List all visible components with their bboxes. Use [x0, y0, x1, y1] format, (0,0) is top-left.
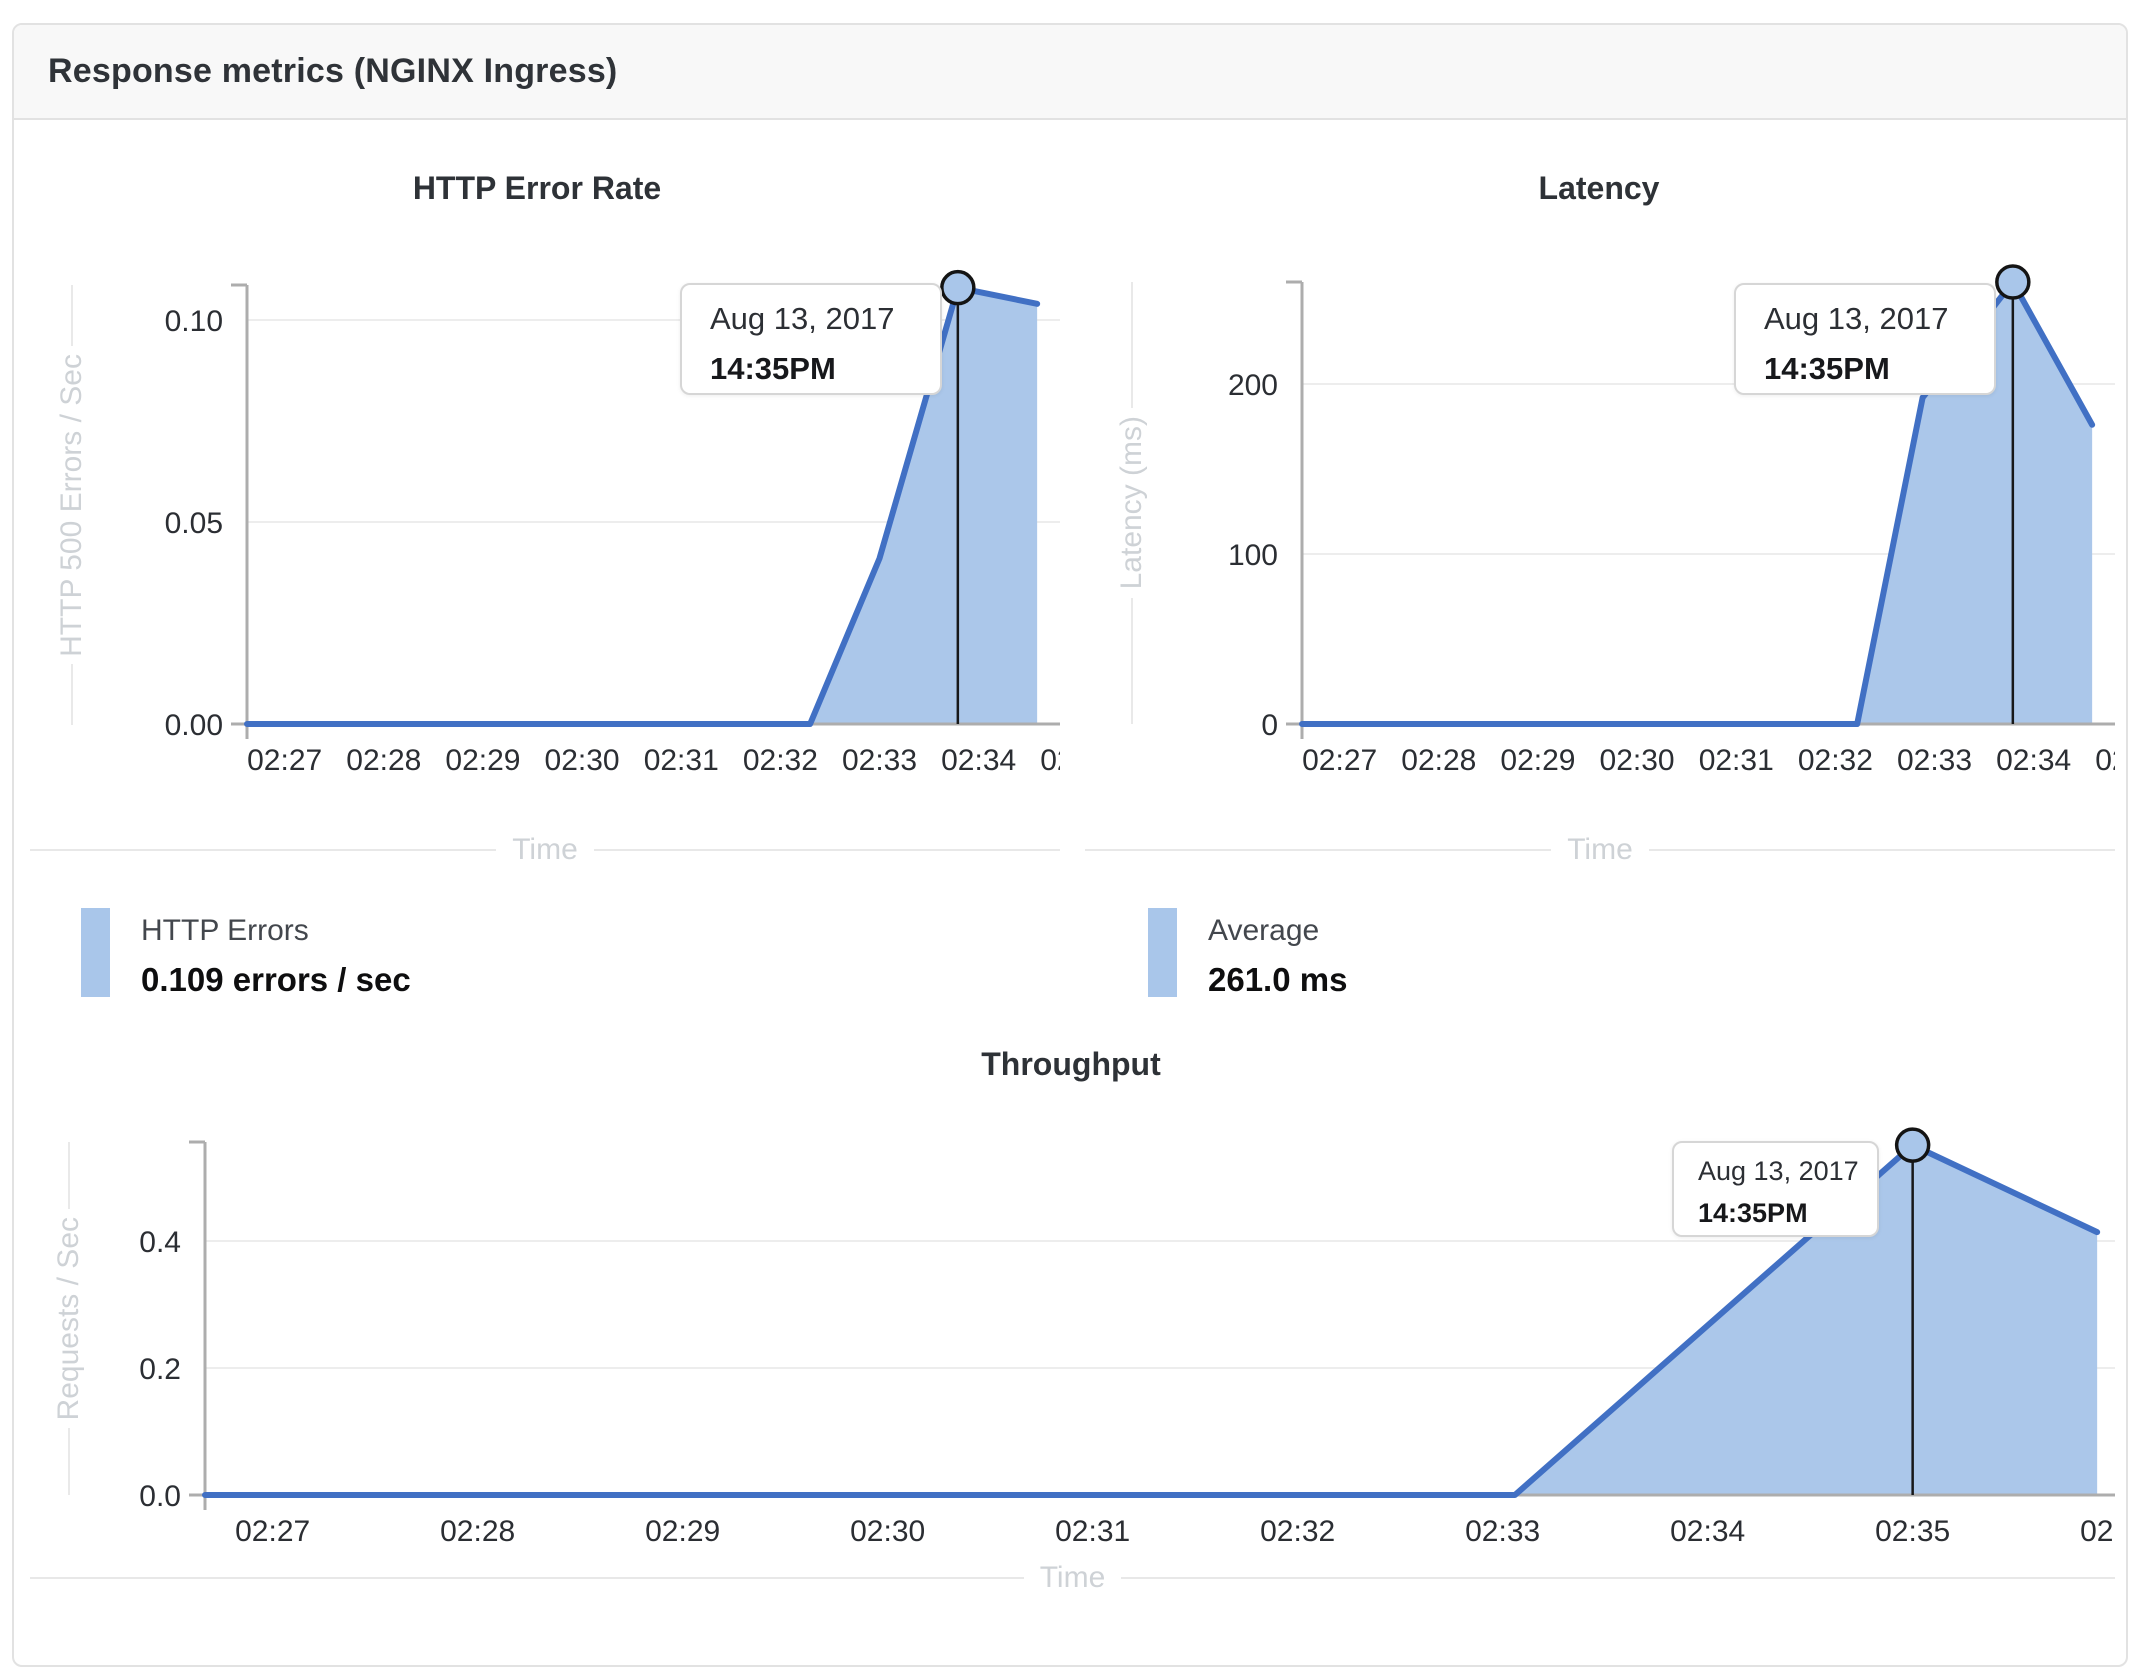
svg-text:02:34: 02:34	[1670, 1515, 1745, 1548]
svg-text:02:32: 02:32	[1798, 744, 1873, 777]
http-errors-legend: HTTP Errors 0.109 errors / sec	[81, 908, 411, 997]
tooltip-date: Aug 13, 2017	[1698, 1156, 1859, 1186]
svg-text:02:34: 02:34	[941, 744, 1016, 777]
svg-text:02:27: 02:27	[235, 1515, 310, 1548]
latency-chart[interactable]: 200 100 0 02:27 02:28 02:29 02:30 02:31 02:32 02:…	[1069, 100, 2115, 800]
x-axis-rule	[593, 849, 1060, 851]
throughput-x-axis-label: Time	[30, 1560, 2115, 1596]
http-errors-legend-swatch	[81, 908, 110, 997]
legend-value: 261.0 ms	[1208, 961, 1348, 998]
svg-text:02:31: 02:31	[644, 744, 719, 777]
svg-text:02:30: 02:30	[850, 1515, 925, 1548]
svg-text:02:35: 02:35	[2095, 744, 2115, 777]
y-axis-rule	[71, 285, 73, 346]
x-axis-label-text: Time	[1039, 1561, 1106, 1594]
x-axis-rule	[30, 849, 497, 851]
tooltip-date: Aug 13, 2017	[710, 301, 895, 336]
svg-text:02:33: 02:33	[842, 744, 917, 777]
x-axis-label-text: Time	[512, 833, 578, 866]
y-axis-rule	[1131, 282, 1133, 409]
y-axis-label-text: Latency (ms)	[1115, 416, 1148, 590]
svg-text:0.00: 0.00	[165, 709, 223, 742]
svg-text:0.05: 0.05	[165, 507, 223, 540]
y-axis-label-text: HTTP 500 Errors / Sec	[55, 353, 88, 657]
svg-text:0.4: 0.4	[139, 1226, 181, 1259]
x-axis-rule	[30, 1577, 1024, 1579]
legend-value: 0.109 errors / sec	[141, 961, 411, 998]
svg-text:02:27: 02:27	[247, 744, 322, 777]
x-axis-rule	[1121, 1577, 2115, 1579]
svg-text:02:30: 02:30	[1600, 744, 1675, 777]
svg-text:0.10: 0.10	[165, 305, 223, 338]
svg-text:02:31: 02:31	[1699, 744, 1774, 777]
y-axis-label-text: Requests / Sec	[52, 1216, 85, 1421]
svg-text:0.2: 0.2	[139, 1353, 181, 1386]
svg-text:02:33: 02:33	[1465, 1515, 1540, 1548]
y-axis-rule	[68, 1142, 70, 1209]
latency-tooltip: Aug 13, 2017 14:35PM	[1734, 283, 1996, 395]
svg-text:02:28: 02:28	[346, 744, 421, 777]
svg-text:100: 100	[1228, 539, 1278, 572]
average-latency-legend: Average 261.0 ms	[1148, 908, 1347, 997]
svg-text:200: 200	[1228, 369, 1278, 402]
latency-x-axis-label: Time	[1085, 832, 2115, 868]
svg-text:02:27: 02:27	[1302, 744, 1377, 777]
legend-name: Average	[1208, 914, 1320, 947]
throughput-chart[interactable]: 0.4 0.2 0.0 02:27 02:28 02:29 02:30 02:31 02:32 0…	[14, 1030, 2115, 1590]
http-error-rate-tooltip: Aug 13, 2017 14:35PM	[680, 283, 942, 395]
tooltip-time: 14:35PM	[1698, 1198, 1808, 1228]
y-axis-rule	[71, 664, 73, 725]
x-axis-rule	[1648, 849, 2115, 851]
svg-text:02:31: 02:31	[1055, 1515, 1130, 1548]
svg-text:02:35: 02:35	[1040, 744, 1060, 777]
average-latency-legend-swatch	[1148, 908, 1177, 997]
svg-text:02:34: 02:34	[1996, 744, 2071, 777]
throughput-tooltip: Aug 13, 2017 14:35PM	[1672, 1141, 1879, 1237]
svg-text:02:29: 02:29	[1500, 744, 1575, 777]
svg-text:0.0: 0.0	[139, 1480, 181, 1513]
svg-text:02:28: 02:28	[1401, 744, 1476, 777]
x-axis-label-text: Time	[1567, 833, 1633, 866]
svg-text:0: 0	[1261, 709, 1278, 742]
tooltip-date: Aug 13, 2017	[1764, 301, 1949, 336]
svg-text:02:32: 02:32	[743, 744, 818, 777]
legend-name: HTTP Errors	[141, 914, 309, 947]
latency-y-axis-label: Latency (ms)	[1110, 282, 1154, 725]
y-axis-rule	[68, 1428, 70, 1495]
http-error-rate-chart[interactable]: 0.10 0.05 0.00 02:27 02:28 02:29 02:30 02:31 02:…	[14, 100, 1060, 800]
svg-text:02:36: 02:36	[2080, 1515, 2115, 1548]
svg-text:02:29: 02:29	[645, 1515, 720, 1548]
http-error-rate-y-axis-label: HTTP 500 Errors / Sec	[50, 285, 94, 725]
http-error-rate-x-axis-label: Time	[30, 832, 1060, 868]
svg-text:02:35: 02:35	[1875, 1515, 1950, 1548]
svg-text:02:32: 02:32	[1260, 1515, 1335, 1548]
svg-text:02:29: 02:29	[445, 744, 520, 777]
tooltip-time: 14:35PM	[710, 351, 836, 386]
svg-text:02:30: 02:30	[545, 744, 620, 777]
throughput-y-axis-label: Requests / Sec	[47, 1142, 91, 1495]
x-axis-rule	[1085, 849, 1552, 851]
tooltip-time: 14:35PM	[1764, 351, 1890, 386]
svg-text:02:28: 02:28	[440, 1515, 515, 1548]
y-axis-rule	[1131, 597, 1133, 725]
svg-text:02:33: 02:33	[1897, 744, 1972, 777]
